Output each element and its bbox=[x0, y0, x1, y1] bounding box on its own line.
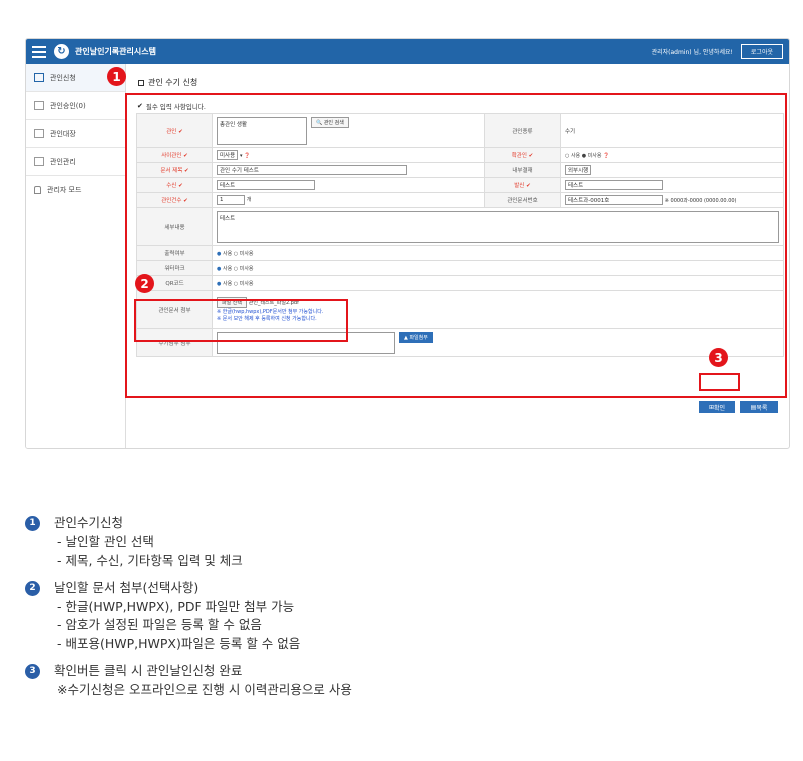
step-badge-1: 1 bbox=[107, 67, 126, 86]
note-title: 확인버튼 클릭 시 관인날인신청 완료 bbox=[54, 663, 243, 679]
sidebar-item-label: 관인승인(0) bbox=[50, 101, 86, 110]
logo-icon: ↻ bbox=[54, 44, 69, 59]
confirm-button[interactable]: ⊞ 확인 bbox=[699, 401, 735, 413]
sidebar-item-seal-approval[interactable]: 관인승인(0) bbox=[26, 92, 125, 120]
page-title-text: 관인 수기 신청 bbox=[148, 78, 198, 87]
sidebar: 관인신청 관인승인(0) 관인대장 관인관리 관리자 모드 bbox=[26, 64, 126, 448]
note-line: - 한글(HWP,HWPX), PDF 파일만 첨부 가능 bbox=[57, 598, 295, 614]
list-icon bbox=[34, 101, 44, 110]
sidebar-item-seal-manage[interactable]: 관인관리 bbox=[26, 148, 125, 176]
sidebar-item-seal-ledger[interactable]: 관인대장 bbox=[26, 120, 125, 148]
sidebar-item-label: 관리자 모드 bbox=[47, 186, 82, 194]
document-icon bbox=[34, 73, 44, 82]
instruction-notes: 1 관인수기신청 - 날인할 관인 선택 - 제목, 수신, 기타항목 입력 및 … bbox=[25, 515, 352, 709]
highlight-form bbox=[125, 93, 787, 398]
note-group-3: 3 확인버튼 클릭 시 관인날인신청 완료 ※수기신청은 오프라인으로 진행 시 … bbox=[25, 663, 352, 699]
note-title: 날인할 문서 첨부(선택사항) bbox=[54, 579, 199, 595]
step-badge-2: 2 bbox=[135, 274, 154, 293]
page-title: 관인 수기 신청 bbox=[138, 77, 197, 88]
note-number-badge: 1 bbox=[25, 515, 40, 531]
note-line: - 배포용(HWP,HWPX)파일은 등록 할 수 없음 bbox=[57, 636, 301, 652]
note-group-1: 1 관인수기신청 - 날인할 관인 선택 - 제목, 수신, 기타항목 입력 및 … bbox=[25, 515, 352, 570]
hamburger-menu-icon[interactable] bbox=[32, 45, 46, 58]
list-button[interactable]: ▤ 목록 bbox=[740, 401, 778, 413]
sidebar-item-label: 관인신청 bbox=[50, 73, 76, 82]
note-line: - 암호가 설정된 파일은 등록 할 수 없음 bbox=[57, 617, 262, 633]
sidebar-item-label: 관인대장 bbox=[50, 129, 76, 138]
id-card-icon bbox=[34, 157, 44, 166]
lock-icon bbox=[34, 186, 41, 194]
logout-button[interactable]: 로그아웃 bbox=[740, 44, 783, 59]
note-number-badge: 3 bbox=[25, 664, 40, 680]
app-title: 관인날인기록관리시스템 bbox=[75, 47, 156, 56]
note-line: ※수기신청은 오프라인으로 진행 시 이력관리용으로 사용 bbox=[57, 682, 352, 697]
step-badge-3: 3 bbox=[709, 348, 728, 367]
note-title: 관인수기신청 bbox=[54, 515, 124, 530]
sidebar-item-label: 관인관리 bbox=[50, 157, 76, 166]
sidebar-item-admin-mode[interactable]: 관리자 모드 bbox=[26, 176, 125, 204]
note-group-2: 2 날인할 문서 첨부(선택사항) - 한글(HWP,HWPX), PDF 파일만… bbox=[25, 580, 352, 654]
highlight-attach bbox=[134, 299, 348, 342]
ledger-icon bbox=[34, 129, 44, 138]
top-bar: ↻ 관인날인기록관리시스템 관리자(admin) 님, 안녕하세요! 로그아웃 bbox=[26, 39, 789, 64]
title-square-icon bbox=[138, 79, 144, 86]
note-number-badge: 2 bbox=[25, 580, 40, 596]
user-greeting: 관리자(admin) 님, 안녕하세요! bbox=[651, 49, 733, 56]
highlight-confirm bbox=[699, 373, 740, 391]
note-line: - 제목, 수신, 기타항목 입력 및 체크 bbox=[57, 552, 243, 568]
note-line: - 날인할 관인 선택 bbox=[57, 533, 154, 549]
